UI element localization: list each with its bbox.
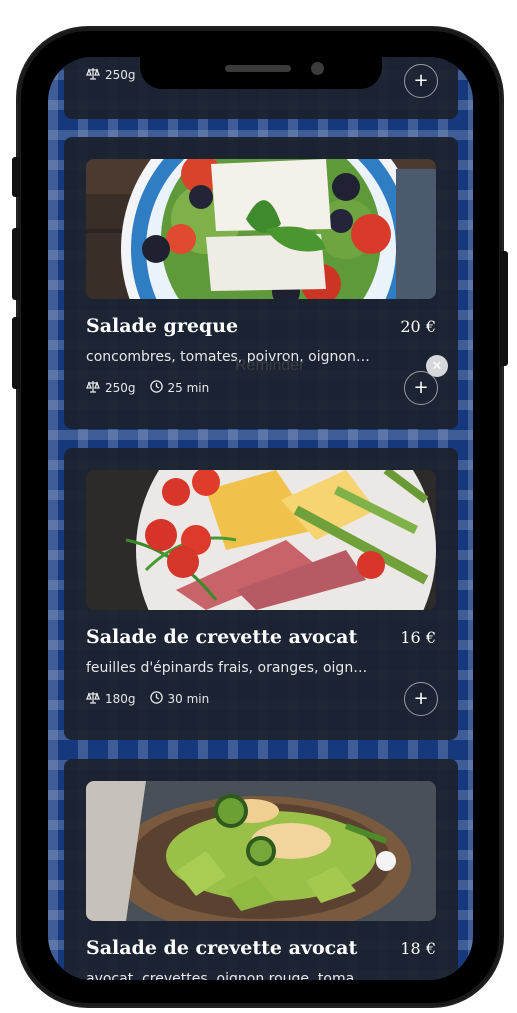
greek-salad-image — [86, 159, 436, 299]
scale-icon — [86, 380, 100, 396]
front-camera — [311, 62, 324, 75]
reminder-label: Reminder — [235, 357, 305, 374]
clock-icon — [149, 380, 163, 396]
weight-label: 250g — [105, 381, 136, 395]
product-title: Salade de crevette avocat — [86, 937, 358, 959]
app-screen: 250g + Salade greque 20 € concombres, to… — [48, 57, 473, 980]
volume-down-button — [12, 317, 20, 389]
avocado-shrimp-image — [86, 781, 436, 921]
product-price: 18 € — [400, 939, 436, 958]
weight-label: 180g — [105, 692, 136, 706]
card-meta: 250g 25 min — [86, 380, 209, 396]
time-label: 30 min — [167, 692, 210, 706]
scale-icon — [86, 691, 100, 707]
close-icon[interactable]: ✕ — [426, 355, 448, 377]
product-description: feuilles d'épinards frais, oranges, oign… — [86, 660, 368, 676]
mute-switch — [12, 157, 20, 197]
product-card[interactable]: Salade greque 20 € concombres, tomates, … — [64, 137, 458, 429]
weight-label: 250g — [105, 68, 136, 82]
product-description: avocat, crevettes, oignon rouge, toma… — [86, 971, 369, 980]
product-price: 20 € — [400, 317, 436, 336]
speaker-grille — [225, 65, 291, 72]
product-title: Salade de crevette avocat — [86, 626, 358, 648]
time-label: 25 min — [167, 381, 210, 395]
volume-up-button — [12, 228, 20, 300]
clock-icon — [149, 691, 163, 707]
phone-notch — [140, 57, 382, 89]
product-card[interactable]: Salade de crevette avocat 18 € avocat, c… — [64, 759, 458, 980]
shrimp-salad-image — [86, 470, 436, 610]
add-to-cart-button[interactable]: + — [404, 682, 438, 716]
power-button — [500, 251, 508, 366]
product-card[interactable]: Salade de crevette avocat 16 € feuilles … — [64, 448, 458, 740]
product-price: 16 € — [400, 628, 436, 647]
scale-icon — [86, 67, 100, 83]
product-title: Salade greque — [86, 315, 239, 337]
card-meta: 250g — [86, 67, 136, 83]
add-to-cart-button[interactable]: + — [404, 64, 438, 98]
card-meta: 180g 30 min — [86, 691, 209, 707]
